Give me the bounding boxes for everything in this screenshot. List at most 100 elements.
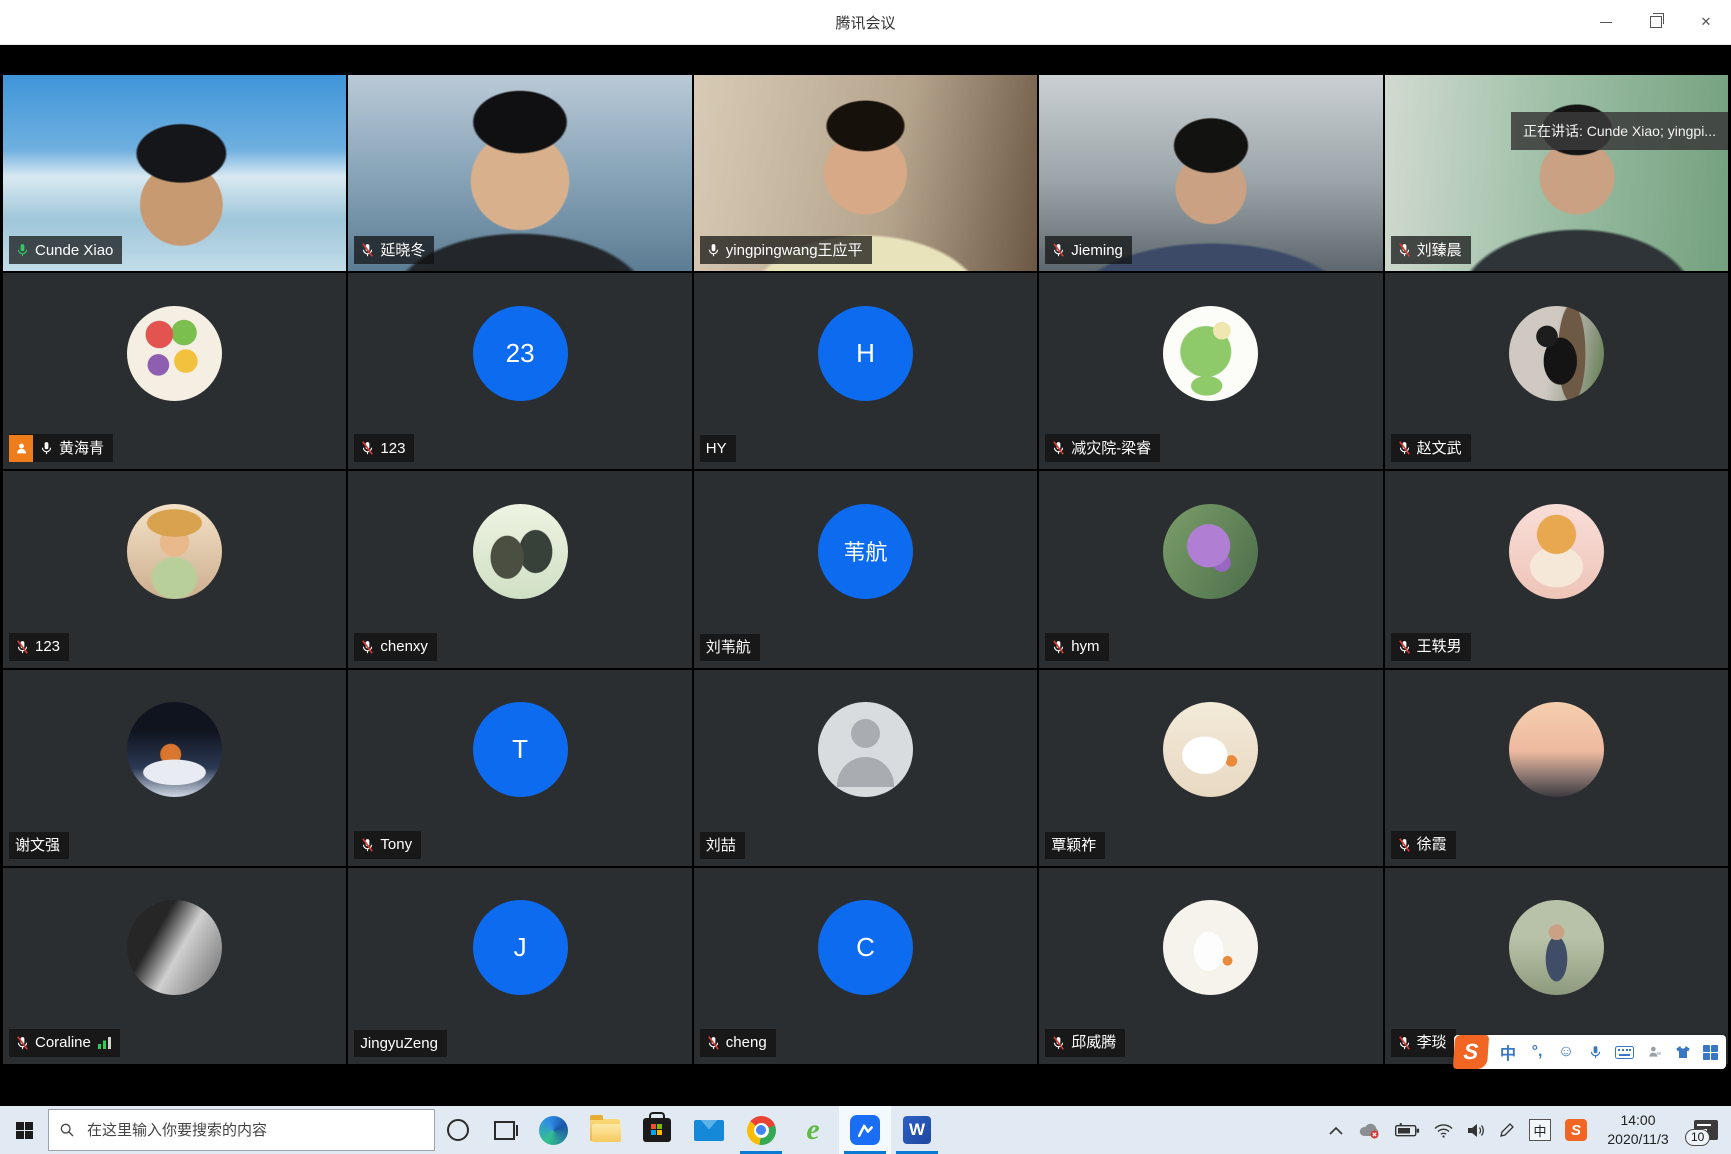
cortana-button[interactable] xyxy=(435,1106,481,1154)
participant-name-tag: 123 xyxy=(354,434,414,462)
participant-tile[interactable]: 黄海青 xyxy=(3,273,346,469)
participant-tile[interactable]: J JingyuZeng xyxy=(348,868,691,1064)
participant-tile[interactable]: chenxy xyxy=(348,471,691,667)
participant-tile[interactable]: 谢文强 xyxy=(3,670,346,866)
participant-avatar xyxy=(1509,900,1604,995)
mic-status-icon xyxy=(1397,639,1412,655)
participant-name: hym xyxy=(1071,639,1099,654)
participant-avatar-area xyxy=(3,670,346,830)
start-button[interactable] xyxy=(0,1106,48,1154)
taskbar-clock[interactable]: 14:00 2020/11/3 xyxy=(1601,1111,1675,1149)
ime-emoji-button[interactable]: ☺ xyxy=(1557,1043,1575,1061)
minimize-icon xyxy=(1600,22,1612,23)
participant-tile[interactable]: 邱威腾 xyxy=(1039,868,1382,1064)
tencent-meeting-icon xyxy=(850,1115,880,1145)
tray-chevron-up-icon[interactable] xyxy=(1329,1126,1343,1135)
participant-avatar-area xyxy=(1039,273,1382,433)
participant-avatar-area xyxy=(1385,670,1728,830)
participant-name: 徐霞 xyxy=(1417,837,1447,852)
participant-name-tag: JingyuZeng xyxy=(354,1030,447,1057)
participant-name: cheng xyxy=(726,1035,767,1050)
pen-icon[interactable] xyxy=(1499,1122,1515,1138)
clock-date: 2020/11/3 xyxy=(1601,1130,1675,1149)
ime-punctuation-button[interactable]: °, xyxy=(1528,1043,1546,1061)
participant-name: 王轶男 xyxy=(1417,639,1462,654)
volume-icon[interactable] xyxy=(1467,1123,1485,1138)
participant-tile[interactable]: Coraline xyxy=(3,868,346,1064)
search-input[interactable] xyxy=(85,1121,389,1140)
taskbar-app-word[interactable]: W xyxy=(891,1106,943,1154)
participant-name: Tony xyxy=(380,837,412,852)
participant-tile[interactable]: 23 123 xyxy=(348,273,691,469)
participant-avatar-area: T xyxy=(348,670,691,830)
ime-chinese-mode-button[interactable]: 中 xyxy=(1499,1040,1517,1064)
participant-tile[interactable]: 123 xyxy=(3,471,346,667)
participant-tile[interactable]: H HY xyxy=(694,273,1037,469)
participant-tile[interactable]: 王轶男 xyxy=(1385,471,1728,667)
participant-name-tag: 减灾院-梁睿 xyxy=(1045,434,1160,462)
participant-name: 赵文武 xyxy=(1417,441,1462,456)
close-button[interactable]: ✕ xyxy=(1681,0,1731,44)
participant-tile[interactable]: hym xyxy=(1039,471,1382,667)
participant-avatar xyxy=(127,702,222,797)
sogou-logo-icon[interactable]: S xyxy=(1453,1035,1489,1069)
participant-tile[interactable]: 减灾院-梁睿 xyxy=(1039,273,1382,469)
participant-name-tag: Cunde Xiao xyxy=(9,236,122,264)
participant-tile[interactable]: 徐霞 xyxy=(1385,670,1728,866)
participant-tile[interactable]: 赵文武 xyxy=(1385,273,1728,469)
participant-name-tag: 刘臻晨 xyxy=(1391,236,1471,264)
taskbar-app-store[interactable] xyxy=(631,1106,683,1154)
participant-name: 黄海青 xyxy=(59,441,104,456)
action-center-button[interactable]: 10 xyxy=(1689,1106,1723,1154)
battery-charging-icon[interactable] xyxy=(1395,1123,1420,1137)
mic-status-icon xyxy=(1051,440,1066,456)
ime-passthrough-icon[interactable] xyxy=(1645,1045,1663,1059)
network-signal-icon xyxy=(98,1037,111,1049)
wifi-icon[interactable] xyxy=(1434,1123,1453,1138)
participant-tile[interactable]: 刘喆 xyxy=(694,670,1037,866)
participant-name-tag: 黄海青 xyxy=(9,434,113,462)
microsoft-store-icon xyxy=(643,1118,671,1142)
participant-avatar-area xyxy=(1385,471,1728,631)
ime-skin-icon[interactable] xyxy=(1674,1045,1692,1059)
minimize-button[interactable] xyxy=(1581,0,1631,44)
ime-toolbox-icon[interactable] xyxy=(1703,1045,1718,1060)
taskbar-app-mail[interactable] xyxy=(683,1106,735,1154)
taskbar-search-box[interactable] xyxy=(48,1109,435,1151)
tray-sogou-icon[interactable]: S xyxy=(1565,1119,1587,1141)
participant-tile[interactable]: 延晓冬 xyxy=(348,75,691,271)
onedrive-error-icon[interactable] xyxy=(1357,1122,1381,1139)
tray-ime-indicator[interactable]: 中 xyxy=(1529,1119,1551,1141)
edge-icon xyxy=(539,1116,568,1145)
participant-tile[interactable]: 刘臻晨 正在讲话: Cunde Xiao; yingpi... xyxy=(1385,75,1728,271)
participant-name-tag: 邱威腾 xyxy=(1045,1029,1125,1057)
taskbar-app-tencent-meeting[interactable] xyxy=(839,1106,891,1154)
mic-status-icon xyxy=(1051,1035,1066,1051)
participant-tile[interactable]: C cheng xyxy=(694,868,1037,1064)
sogou-ime-toolbar[interactable]: S 中 °, ☺ xyxy=(1454,1035,1726,1069)
participant-name: 刘苇航 xyxy=(706,640,751,655)
taskbar-app-ie-browser[interactable]: e xyxy=(787,1106,839,1154)
ime-keyboard-icon[interactable] xyxy=(1615,1046,1634,1059)
participant-avatar-area: C xyxy=(694,868,1037,1028)
taskbar-app-chrome[interactable] xyxy=(735,1106,787,1154)
task-view-button[interactable] xyxy=(481,1106,527,1154)
taskbar-app-edge[interactable] xyxy=(527,1106,579,1154)
participant-avatar xyxy=(1509,504,1604,599)
participant-name-tag: 李琰 xyxy=(1391,1029,1456,1057)
participant-tile[interactable]: 苇航 刘苇航 xyxy=(694,471,1037,667)
taskbar-app-file-explorer[interactable] xyxy=(579,1106,631,1154)
participant-name-tag: 123 xyxy=(9,633,69,661)
participant-avatar xyxy=(1509,702,1604,797)
chrome-icon xyxy=(747,1116,776,1145)
restore-button[interactable] xyxy=(1631,0,1681,44)
participant-tile[interactable]: T Tony xyxy=(348,670,691,866)
participant-tile[interactable]: 覃颖祚 xyxy=(1039,670,1382,866)
participant-avatar-area xyxy=(3,273,346,433)
participant-tile[interactable]: Jieming xyxy=(1039,75,1382,271)
ime-voice-icon[interactable] xyxy=(1586,1044,1604,1060)
mic-status-icon xyxy=(706,1035,721,1051)
participant-avatar xyxy=(1163,900,1258,995)
participant-tile[interactable]: Cunde Xiao xyxy=(3,75,346,271)
participant-tile[interactable]: yingpingwang王应平 xyxy=(694,75,1037,271)
